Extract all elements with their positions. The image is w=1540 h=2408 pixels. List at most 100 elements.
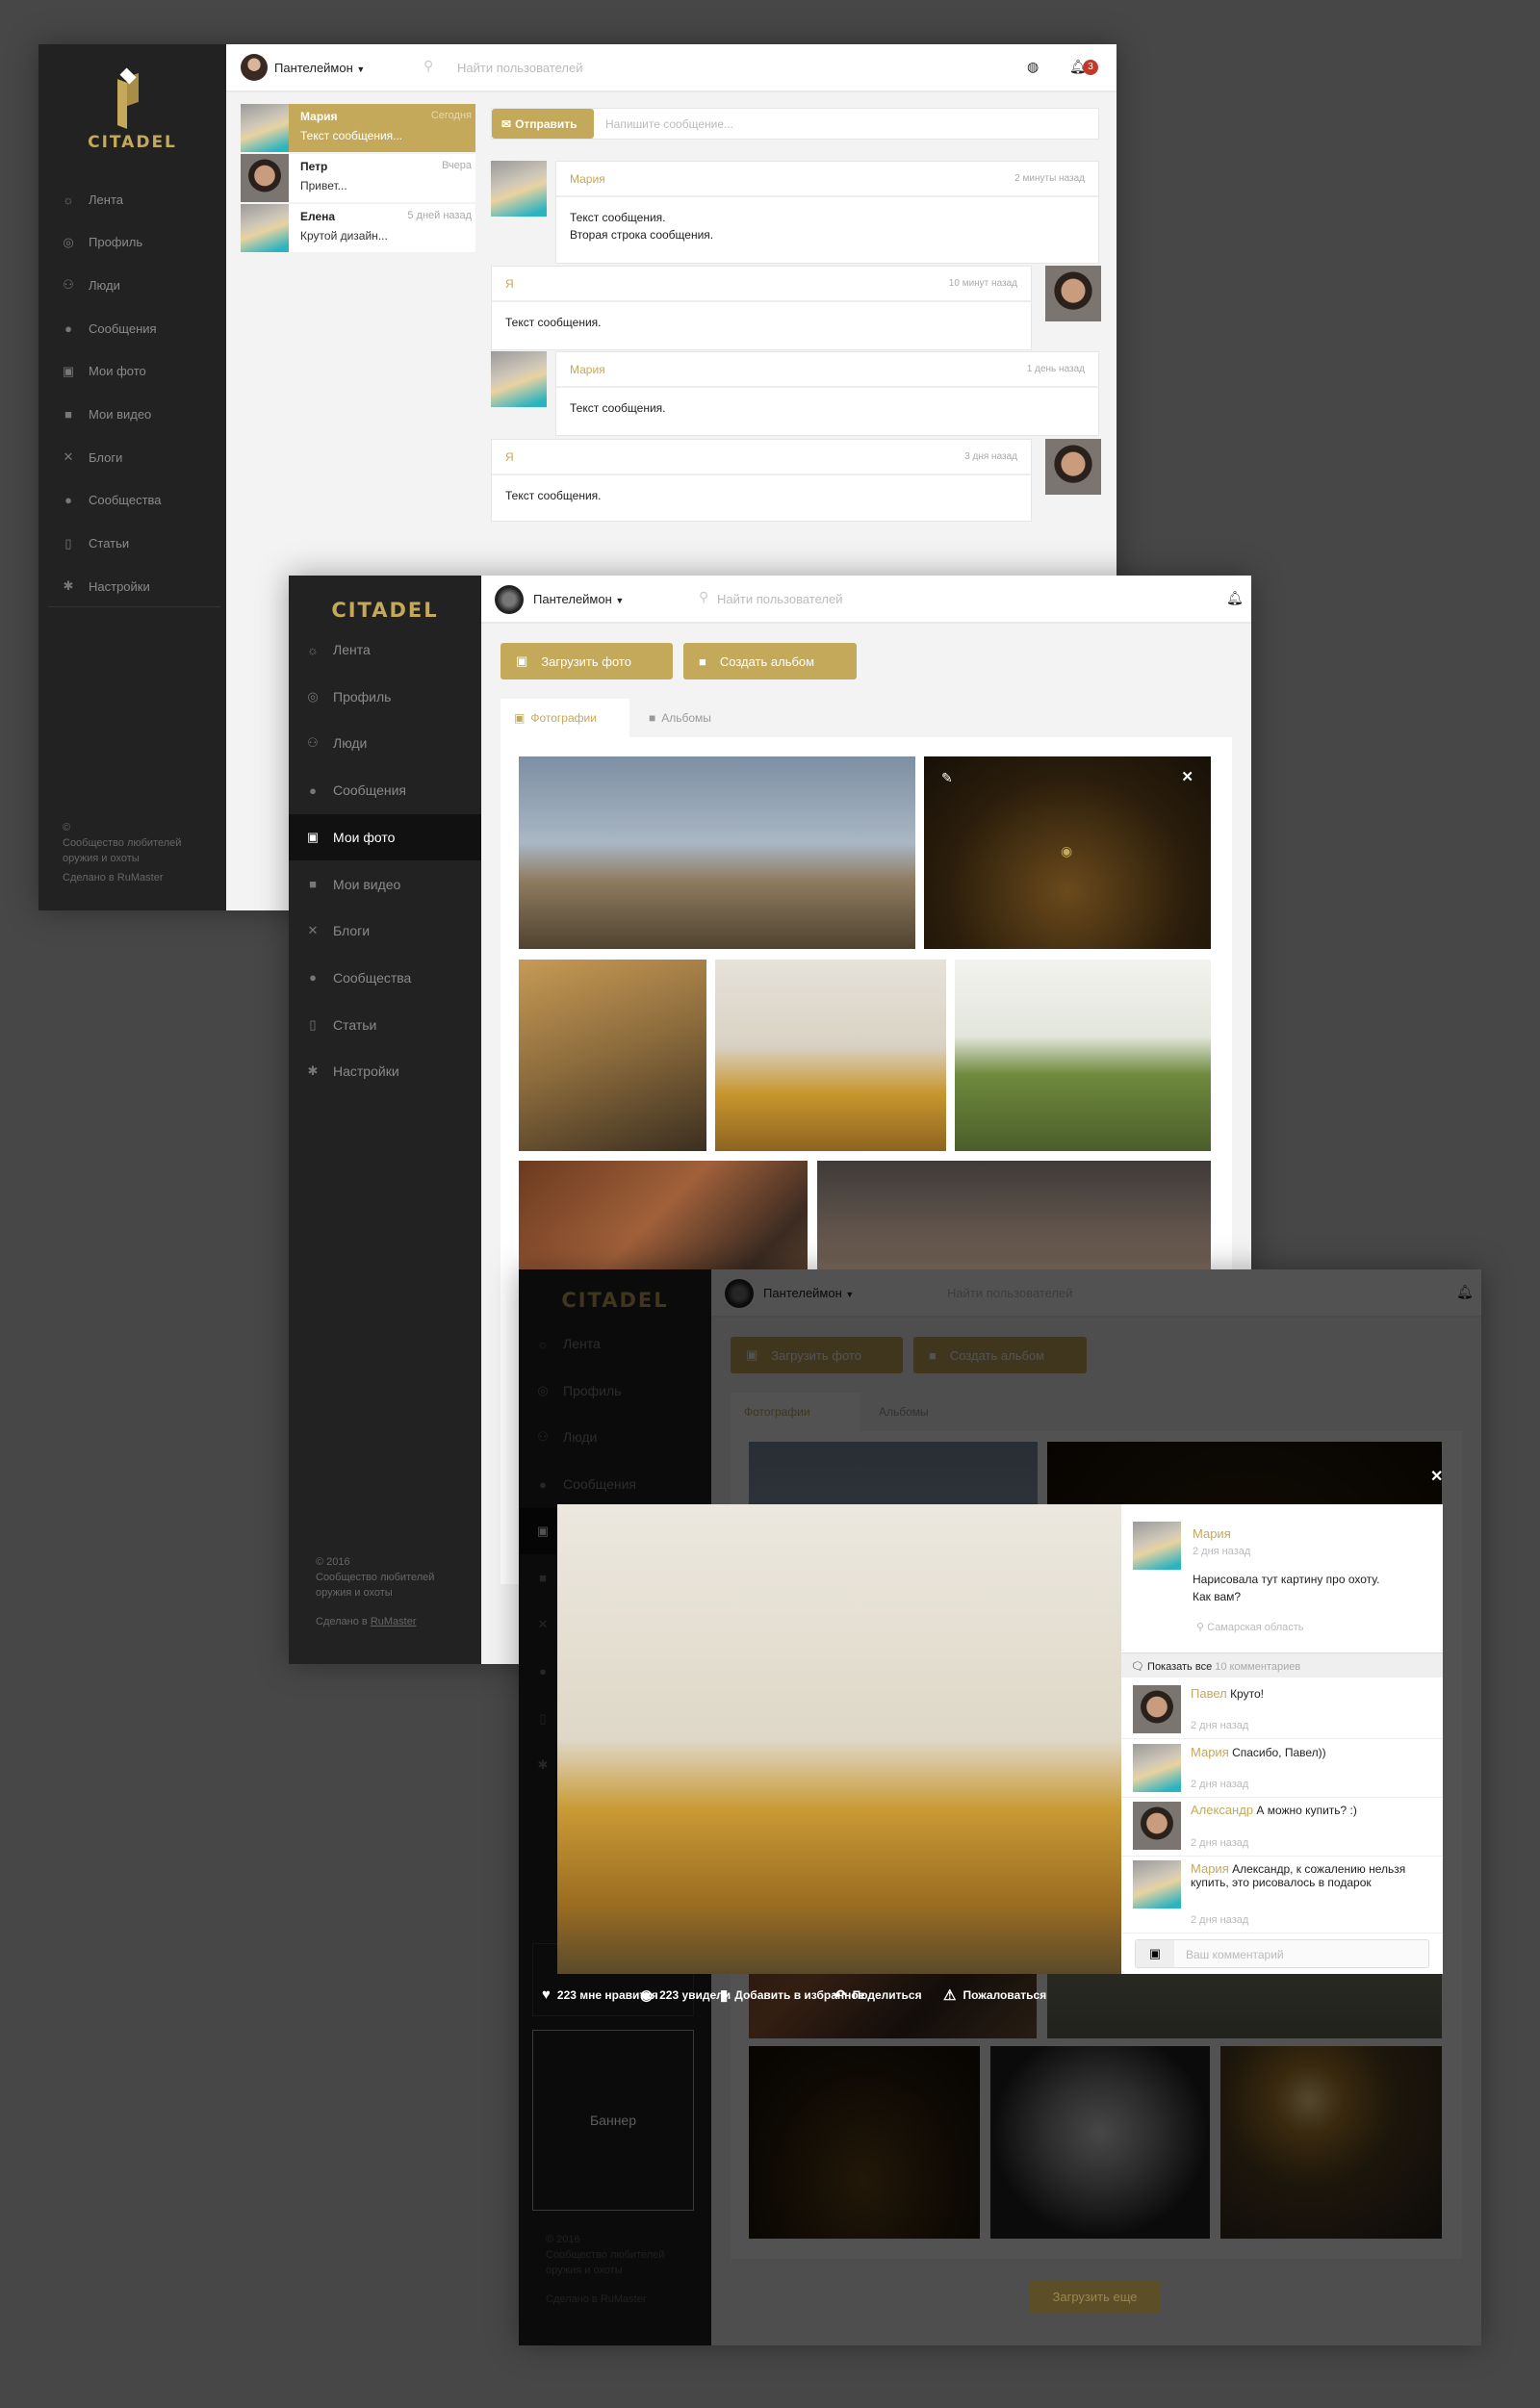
send-button[interactable]: ✉ Отправить [492, 109, 594, 139]
sidebar-item[interactable]: ✕ Блоги [38, 438, 226, 476]
comment-author[interactable]: Мария [1191, 1745, 1229, 1759]
video-icon: ■ [309, 877, 317, 891]
sidebar-item[interactable]: ▯ Статьи [289, 1002, 481, 1048]
comment-avatar[interactable] [1133, 1685, 1181, 1733]
comment-time: 2 дня назад [1191, 1837, 1249, 1849]
conversation-item[interactable]: Елена 5 дней назад Крутой дизайн... [241, 204, 475, 252]
message-avatar[interactable] [1045, 439, 1101, 495]
comment-avatar[interactable] [1133, 1802, 1181, 1850]
tab-photos[interactable]: ▣ Фотографии [500, 699, 629, 737]
share-button[interactable]: ↶ Поделиться [834, 1986, 922, 2004]
message-avatar[interactable] [1045, 266, 1101, 321]
comment-author[interactable]: Мария [1191, 1861, 1229, 1876]
user-avatar[interactable] [495, 585, 524, 614]
sidebar-item[interactable]: ✱ Настройки [38, 567, 226, 605]
articles-icon: ▯ [309, 1016, 317, 1032]
close-icon[interactable]: ✕ [1430, 1467, 1443, 1486]
sidebar-item[interactable]: ◎ Профиль [289, 674, 481, 720]
folder-icon: ■ [699, 653, 706, 669]
heart-icon: ♥ [542, 1986, 551, 2003]
author-avatar[interactable] [1133, 1522, 1181, 1570]
sidebar-item[interactable]: ■ Мои видео [289, 861, 481, 908]
create-album-button[interactable]: ■ Создать альбом [683, 643, 857, 679]
message-time: 3 дня назад [964, 451, 1017, 462]
avatar [241, 104, 289, 152]
banner-label: Баннер [589, 2113, 636, 2128]
sidebar-item[interactable]: ● Сообщества [289, 955, 481, 1001]
comment-avatar[interactable] [1133, 1744, 1181, 1792]
image-attach-icon[interactable]: ▣ [1136, 1940, 1174, 1967]
conversation-date: 5 дней назад [407, 210, 472, 221]
user-avatar[interactable] [241, 54, 268, 81]
profile-icon: ◎ [63, 234, 74, 249]
photo[interactable] [519, 960, 706, 1151]
post-location: ⚲ Самарская область [1196, 1621, 1304, 1633]
conversation-preview: Привет... [300, 179, 347, 192]
message-input[interactable]: Напишите сообщение... [605, 117, 733, 131]
compose-bar: ✉ Отправить Напишите сообщение... [491, 108, 1099, 140]
sidebar-item[interactable]: ● Сообщения [289, 767, 481, 813]
photo[interactable]: ✎ ✕ ◉ [924, 756, 1211, 949]
made-by-text: Сделано в [316, 1616, 368, 1627]
report-button[interactable]: ⚠ Пожаловаться [943, 1986, 1046, 2004]
sidebar-item-label: Мои фото [89, 364, 146, 379]
show-all-comments[interactable]: 🗨︎ Показать все 10 комментариев [1121, 1652, 1443, 1678]
sidebar-item[interactable]: ✱ Настройки [289, 1048, 481, 1094]
sidebar-item[interactable]: ◎ Профиль [38, 223, 226, 262]
comment-author[interactable]: Александр [1191, 1803, 1253, 1817]
edit-icon[interactable]: ✎ [941, 770, 953, 786]
message-avatar[interactable] [491, 351, 547, 407]
load-more-button[interactable]: Загрузить еще [1029, 2280, 1161, 2314]
sidebar-item[interactable]: ✕ Блоги [289, 908, 481, 954]
message-author[interactable]: Мария [570, 363, 605, 376]
message-author[interactable]: Я [505, 277, 514, 291]
sidebar-item[interactable]: ▣ Мои фото [38, 352, 226, 391]
conversation-item[interactable]: Петр Вчера Привет... [241, 154, 475, 202]
sidebar-divider [48, 606, 220, 607]
globe-icon[interactable]: ◍ [1027, 59, 1039, 75]
tab-albums[interactable]: ■ Альбомы [635, 699, 751, 737]
message-author[interactable]: Я [505, 450, 514, 464]
comment-author[interactable]: Павел [1191, 1686, 1227, 1701]
sidebar-item[interactable]: ▣ Мои фото [289, 813, 481, 860]
comment-avatar[interactable] [1133, 1860, 1181, 1908]
blogs-icon: ✕ [307, 923, 319, 938]
sidebar-item[interactable]: ☼ Лента [289, 627, 481, 673]
conversation-name: Петр [300, 160, 328, 173]
report-label: Пожаловаться [962, 1988, 1047, 2002]
message-author[interactable]: Мария [570, 172, 605, 186]
sidebar-item-label: Настройки [333, 1063, 399, 1080]
bell-icon[interactable]: 🔔︎ [1226, 590, 1244, 606]
sidebar-item[interactable]: ● Сообщения [38, 309, 226, 347]
photo[interactable] [715, 960, 946, 1151]
delete-icon[interactable]: ✕ [1181, 768, 1194, 785]
sidebar-item[interactable]: ⚇ Люди [38, 266, 226, 304]
comment: Павел Круто! 2 дня назад [1121, 1681, 1443, 1739]
post-time: 2 дня назад [1193, 1546, 1251, 1557]
rumaster-link[interactable]: RuMaster [371, 1616, 417, 1627]
user-menu[interactable]: Пантелеймон ▼ [533, 592, 624, 606]
view-icon[interactable]: ◉ [1061, 843, 1072, 859]
bookmark-icon: ▮ [720, 1987, 729, 2004]
comment: Мария Спасибо, Павел)) 2 дня назад [1121, 1740, 1443, 1798]
banner[interactable]: Баннер [532, 2030, 694, 2211]
sidebar-item[interactable]: ☼ Лента [38, 180, 226, 218]
sidebar-item[interactable]: ● Сообщества [38, 481, 226, 520]
search-input[interactable]: Найти пользователей [717, 592, 842, 606]
topbar: Пантелеймон ▼ ⚲ Найти пользователей 🔔︎ [481, 576, 1251, 624]
sidebar-item[interactable]: ■ Мои видео [38, 396, 226, 434]
comment-time: 2 дня назад [1191, 1914, 1249, 1926]
message-avatar[interactable] [491, 161, 547, 217]
upload-photo-button[interactable]: ▣ Загрузить фото [500, 643, 673, 679]
sidebar-item[interactable]: ⚇ Люди [289, 720, 481, 766]
photo[interactable] [519, 756, 915, 949]
message-line: Вторая строка сообщения. [570, 228, 714, 242]
comment-input[interactable]: ▣ Ваш комментарий [1135, 1939, 1429, 1968]
user-menu[interactable]: Пантелеймон ▼ [274, 61, 365, 75]
post-author[interactable]: Мария [1193, 1526, 1231, 1541]
sidebar-item[interactable]: ▯ Статьи [38, 525, 226, 563]
search-input[interactable]: Найти пользователей [457, 61, 582, 75]
made-by-link[interactable]: Сделано в RuMaster [63, 870, 181, 885]
conversation-item[interactable]: Мария Сегодня Текст сообщения... [241, 104, 475, 152]
photo[interactable] [955, 960, 1211, 1151]
